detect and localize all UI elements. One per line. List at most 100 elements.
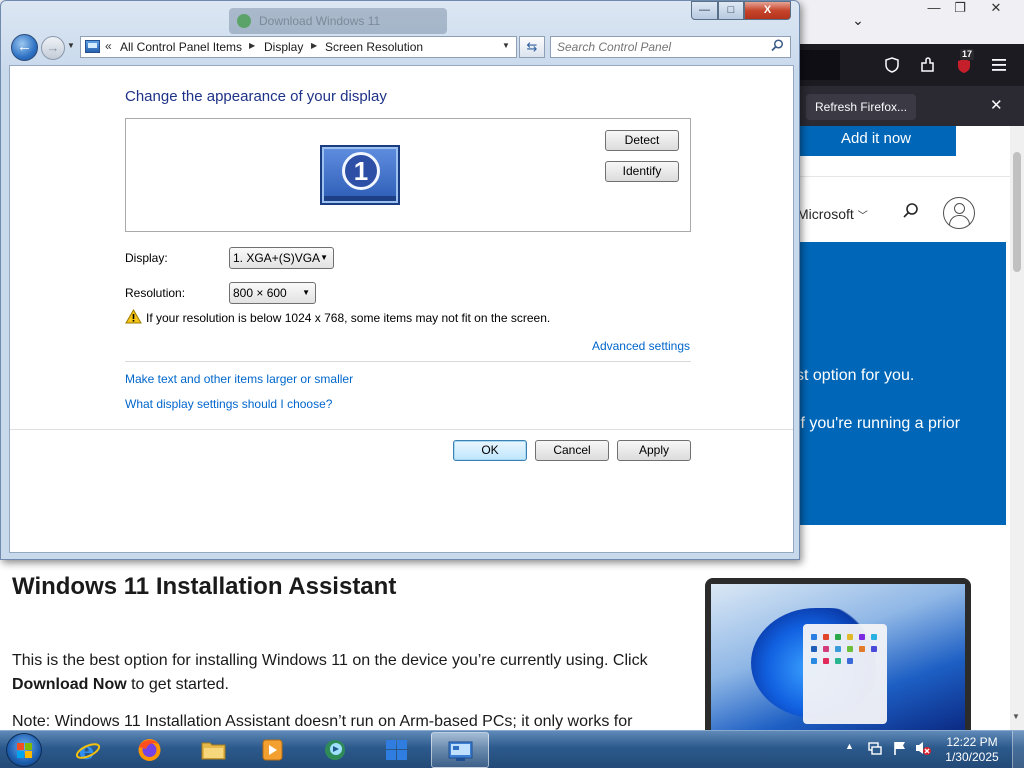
ghost-taskbar-preview: Download Windows 11 bbox=[229, 8, 447, 34]
close-button[interactable]: X bbox=[744, 1, 791, 20]
start-button[interactable] bbox=[6, 733, 42, 767]
list-all-tabs-icon[interactable]: ⌄ bbox=[848, 10, 868, 30]
firefox-restore-button[interactable]: ❐ bbox=[944, 0, 976, 18]
resolution-label: Resolution: bbox=[125, 286, 186, 300]
monitor-1-icon[interactable]: 1 bbox=[320, 145, 400, 205]
taskbar-firefox[interactable] bbox=[121, 732, 179, 768]
folder-icon bbox=[201, 742, 226, 760]
refresh-icon[interactable]: ⇆ bbox=[519, 36, 545, 58]
window-content: Change the appearance of your display 1 … bbox=[9, 65, 794, 553]
recent-pages-dropdown-icon[interactable]: ▼ bbox=[67, 41, 75, 50]
account-avatar-icon[interactable] bbox=[943, 197, 975, 229]
monitor-taskbar-graphic bbox=[324, 196, 396, 201]
media-player-icon bbox=[262, 739, 283, 761]
volume-muted-icon[interactable] bbox=[914, 740, 932, 758]
divider bbox=[796, 176, 1010, 177]
all-microsoft-menu[interactable]: l Microsoft ﹀ bbox=[790, 206, 868, 222]
scroll-thumb[interactable] bbox=[1013, 152, 1021, 272]
taskbar-windows-explorer[interactable] bbox=[185, 732, 243, 768]
ok-button[interactable]: OK bbox=[453, 440, 527, 461]
taskbar-control-panel[interactable] bbox=[431, 732, 489, 768]
hero-banner: st option for you. If you're running a p… bbox=[796, 242, 1006, 525]
address-bar[interactable]: « All Control Panel Items ▶ Display ▶ Sc… bbox=[80, 36, 517, 58]
clock-time[interactable]: 12:22 PM bbox=[936, 735, 1008, 749]
scroll-down-arrow-icon[interactable]: ▼ bbox=[1012, 712, 1020, 721]
browser-logo-icon bbox=[237, 14, 251, 28]
dropdown-arrow-icon: ▼ bbox=[302, 288, 310, 297]
internet-explorer-icon: e bbox=[75, 737, 101, 763]
windows11-screen-image bbox=[711, 584, 965, 730]
download-now-text: Download Now bbox=[12, 676, 127, 693]
taskbar-media-player[interactable] bbox=[244, 732, 302, 768]
url-bar[interactable] bbox=[800, 50, 840, 80]
description-text: This is the best option for installing W… bbox=[12, 652, 648, 669]
search-icon[interactable] bbox=[902, 202, 920, 225]
resolution-warning: If your resolution is below 1024 x 768, … bbox=[146, 311, 551, 325]
section-title: Windows 11 Installation Assistant bbox=[12, 573, 397, 600]
breadcrumb-all-items[interactable]: All Control Panel Items bbox=[120, 40, 242, 54]
taskbar-windows-app[interactable] bbox=[368, 732, 426, 768]
address-dropdown-icon[interactable]: ▼ bbox=[502, 41, 510, 50]
start-menu-graphic bbox=[803, 624, 887, 724]
make-text-larger-link[interactable]: Make text and other items larger or smal… bbox=[125, 372, 353, 386]
breadcrumb-separator-icon[interactable]: ▶ bbox=[249, 41, 255, 50]
taskbar: e ▲ 12:22 PM 1/30/2025 bbox=[0, 730, 1024, 768]
footer-divider bbox=[10, 429, 793, 430]
display-label: Display: bbox=[125, 251, 168, 265]
flag-icon[interactable] bbox=[891, 740, 909, 758]
shield-icon[interactable] bbox=[880, 53, 904, 77]
resolution-value: 800 × 600 bbox=[233, 286, 287, 300]
extensions-icon[interactable] bbox=[916, 53, 940, 77]
monitor-preview-area: 1 Detect Identify bbox=[125, 118, 691, 232]
action-center-icon[interactable] bbox=[866, 740, 884, 758]
minimize-button[interactable]: — bbox=[691, 1, 718, 20]
display-settings-help-link[interactable]: What display settings should I choose? bbox=[125, 397, 332, 411]
search-input[interactable] bbox=[557, 40, 757, 54]
firefox-icon bbox=[138, 739, 161, 761]
breadcrumb-screen-resolution[interactable]: Screen Resolution bbox=[325, 40, 423, 54]
show-desktop-button[interactable] bbox=[1012, 731, 1024, 768]
breadcrumb-display[interactable]: Display bbox=[264, 40, 303, 54]
breadcrumb-separator-icon[interactable]: ▶ bbox=[311, 41, 317, 50]
firefox-close-button[interactable]: ✕ bbox=[980, 0, 1012, 18]
show-hidden-icons-icon[interactable]: ▲ bbox=[845, 741, 854, 751]
forward-arrow-icon[interactable]: → bbox=[41, 36, 65, 60]
display-dropdown[interactable]: 1. XGA+(S)VGA ▼ bbox=[229, 247, 334, 269]
clock-date[interactable]: 1/30/2025 bbox=[936, 750, 1008, 764]
cancel-button[interactable]: Cancel bbox=[535, 440, 609, 461]
taskbar-remote-app[interactable] bbox=[306, 732, 364, 768]
window-controls: — □ X bbox=[691, 1, 795, 21]
search-icon[interactable] bbox=[771, 39, 784, 55]
refresh-firefox-button[interactable]: Refresh Firefox... bbox=[806, 94, 917, 120]
ghost-tab-title: Download Windows 11 bbox=[259, 14, 381, 28]
hero-text-line: st option for you. bbox=[796, 367, 915, 384]
page-title: Change the appearance of your display bbox=[125, 88, 387, 105]
hero-text-line: If you're running a prior bbox=[796, 415, 961, 432]
search-box[interactable] bbox=[550, 36, 791, 58]
add-it-now-button[interactable]: Add it now bbox=[796, 126, 956, 156]
laptop-image bbox=[705, 578, 971, 730]
chevron-down-icon: ﹀ bbox=[857, 211, 868, 222]
control-panel-icon bbox=[85, 40, 100, 53]
page-scrollbar[interactable]: ▼ bbox=[1010, 126, 1024, 730]
control-panel-icon bbox=[448, 741, 473, 761]
section-description: This is the best option for installing W… bbox=[12, 649, 672, 697]
screen-resolution-window: Download Windows 11 — □ X ← → ▼ « All Co… bbox=[0, 0, 800, 560]
detect-button[interactable]: Detect bbox=[605, 130, 679, 151]
monitor-number: 1 bbox=[342, 152, 380, 190]
close-notification-icon[interactable]: ✕ bbox=[990, 94, 1003, 118]
advanced-settings-link[interactable]: Advanced settings bbox=[592, 339, 690, 353]
breadcrumb-overflow-icon[interactable]: « bbox=[105, 39, 112, 53]
windows-tiles-icon bbox=[386, 740, 407, 760]
apply-button[interactable]: Apply bbox=[617, 440, 691, 461]
taskbar-internet-explorer[interactable]: e bbox=[60, 732, 118, 768]
section-note: Note: Windows 11 Installation Assistant … bbox=[12, 713, 633, 730]
display-value: 1. XGA+(S)VGA bbox=[233, 251, 321, 265]
resolution-dropdown[interactable]: 800 × 600 ▼ bbox=[229, 282, 316, 304]
windows-logo-icon bbox=[17, 743, 33, 758]
menu-icon[interactable] bbox=[988, 53, 1012, 77]
back-arrow-icon[interactable]: ← bbox=[11, 34, 38, 61]
remote-app-icon bbox=[325, 740, 345, 760]
identify-button[interactable]: Identify bbox=[605, 161, 679, 182]
maximize-button[interactable]: □ bbox=[718, 1, 744, 20]
